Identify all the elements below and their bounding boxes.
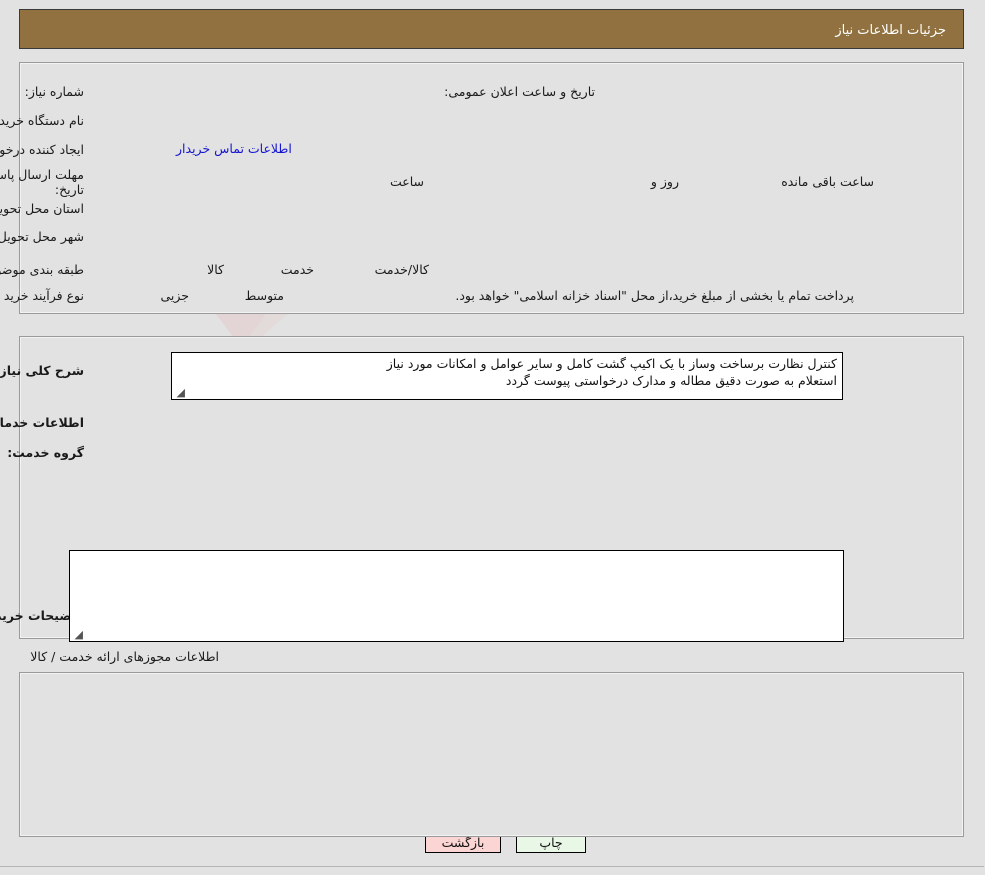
need-description-text: کنترل نظارت برساخت وساز با یک اکیپ گشت ک… xyxy=(387,356,838,388)
service-group-label: گروه خدمت: xyxy=(8,445,85,460)
need-number-label: شماره نیاز: xyxy=(25,84,85,99)
need-description-label: شرح کلی نیاز: xyxy=(0,363,85,378)
buyer-contact-link[interactable]: اطلاعات تماس خریدار xyxy=(177,141,293,156)
delivery-province-label: استان محل تحویل: xyxy=(0,201,85,216)
buyer-notes-value[interactable]: ◢ xyxy=(70,550,845,642)
radio-process-motavaset-label: متوسط xyxy=(245,288,285,303)
hour-label: ساعت xyxy=(390,174,425,189)
days-label: روز و xyxy=(651,174,680,189)
announcement-label: تاریخ و ساعت اعلان عمومی: xyxy=(445,84,596,99)
resize-grip-icon-notes[interactable]: ◢ xyxy=(74,629,84,640)
purchase-process-label: نوع فرآیند خرید : xyxy=(0,288,85,303)
radio-process-jozii-label: جزیی xyxy=(161,288,190,303)
subject-category-label: طبقه بندی موضوعی: xyxy=(0,262,85,277)
need-description-value: کنترل نظارت برساخت وساز با یک اکیپ گشت ک… xyxy=(172,352,844,400)
footer-divider xyxy=(0,866,985,867)
radio-category-khedmat-label: خدمت xyxy=(281,262,315,277)
page-title: جزئیات اطلاعات نیاز xyxy=(836,23,947,38)
services-section-title: اطلاعات خدمات مورد نیاز xyxy=(0,415,85,430)
permits-panel xyxy=(20,672,965,837)
buyer-org-label: نام دستگاه خریدار: xyxy=(0,113,85,128)
page-header: جزئیات اطلاعات نیاز xyxy=(20,9,965,49)
treasury-note-text: پرداخت تمام یا بخشی از مبلغ خرید،از محل … xyxy=(456,288,855,303)
page-root: AriaTender.net جزئیات اطلاعات نیاز شماره… xyxy=(0,0,985,875)
resize-grip-icon[interactable]: ◢ xyxy=(176,387,186,398)
deadline-label-line1: مهلت ارسال پاسخ: تا xyxy=(0,167,85,182)
radio-category-kala-khedmat-label: کالا/خدمت xyxy=(375,262,430,277)
delivery-city-label: شهر محل تحویل: xyxy=(0,229,85,244)
request-creator-label: ایجاد کننده درخواست: xyxy=(0,142,85,157)
permits-section-title: اطلاعات مجوزهای ارائه خدمت / کالا xyxy=(31,649,220,664)
deadline-label-line2: تاریخ: xyxy=(55,182,85,197)
radio-category-kala-label: کالا xyxy=(208,262,225,277)
countdown-label: ساعت باقی مانده xyxy=(782,174,875,189)
